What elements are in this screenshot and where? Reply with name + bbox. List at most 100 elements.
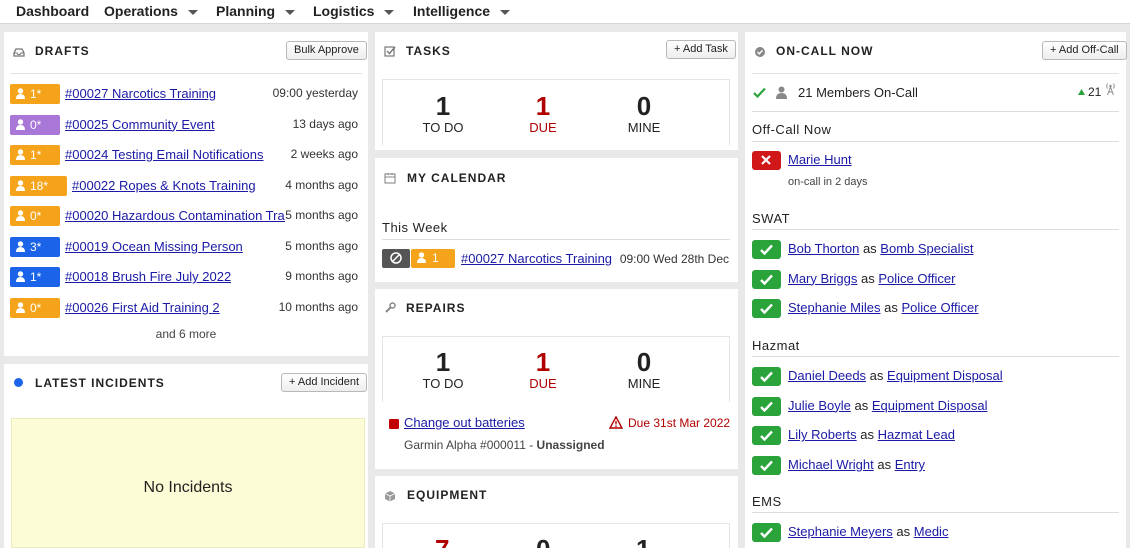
member-role-link[interactable]: Equipment Disposal bbox=[872, 398, 988, 413]
list-item[interactable]: 0* #00026 First Aid Training 2 10 months a… bbox=[10, 297, 360, 318]
list-item[interactable]: 0* #00025 Community Event 13 days ago bbox=[10, 114, 360, 135]
as-text: as bbox=[896, 524, 911, 539]
draft-link[interactable]: #00018 Brush Fire July 2022 bbox=[65, 269, 231, 284]
check-icon[interactable] bbox=[752, 299, 781, 319]
divider bbox=[752, 111, 1119, 112]
attendee-badge[interactable]: 0* bbox=[10, 297, 60, 318]
add-offcall-button[interactable]: + Add Off-Call bbox=[1042, 41, 1127, 60]
draft-time: 5 months ago bbox=[285, 238, 358, 253]
member-role-link[interactable]: Police Officer bbox=[901, 300, 978, 315]
check-icon[interactable] bbox=[752, 396, 781, 416]
member-role-link[interactable]: Hazmat Lead bbox=[878, 427, 955, 442]
repairs-due-stat[interactable]: 1 DUE bbox=[508, 348, 578, 391]
as-text: as bbox=[862, 241, 877, 256]
list-item[interactable]: 3* #00019 Ocean Missing Person 5 months ag… bbox=[10, 236, 360, 257]
nav-logistics[interactable]: Logistics bbox=[313, 3, 395, 19]
cancel-circle-icon[interactable] bbox=[382, 249, 410, 268]
person-icon bbox=[16, 240, 25, 252]
check-icon[interactable] bbox=[752, 240, 781, 259]
offcall-heading: Off-Call Now bbox=[752, 122, 832, 137]
list-item[interactable]: 1* #00018 Brush Fire July 2022 9 months ag… bbox=[10, 267, 360, 287]
arrow-up-icon bbox=[1078, 89, 1085, 95]
repairs-todo-stat[interactable]: 1 TO DO bbox=[408, 348, 478, 391]
nav-planning[interactable]: Planning bbox=[216, 3, 296, 19]
member-name-link[interactable]: Daniel Deeds bbox=[788, 368, 866, 383]
add-task-button[interactable]: + Add Task bbox=[666, 40, 736, 59]
member-name-link[interactable]: Lily Roberts bbox=[788, 427, 857, 442]
draft-link[interactable]: #00025 Community Event bbox=[65, 117, 215, 132]
calendar-icon bbox=[384, 173, 396, 184]
close-icon[interactable] bbox=[752, 151, 781, 170]
event-attendee-badge[interactable]: 1 bbox=[411, 249, 455, 268]
draft-link[interactable]: #00026 First Aid Training 2 bbox=[65, 300, 220, 315]
attendee-badge[interactable]: 1* bbox=[10, 84, 60, 104]
draft-link[interactable]: #00019 Ocean Missing Person bbox=[65, 239, 243, 254]
person-icon bbox=[16, 271, 25, 282]
check-icon[interactable] bbox=[752, 367, 781, 386]
member-name-link[interactable]: Mary Briggs bbox=[788, 271, 857, 286]
member-name-link[interactable]: Julie Boyle bbox=[788, 398, 851, 413]
as-text: as bbox=[877, 457, 892, 473]
nav-operations[interactable]: Operations bbox=[104, 3, 198, 19]
drafts-more[interactable]: and 6 more bbox=[4, 327, 368, 341]
repair-asset: Garmin Alpha #000011 - Unassigned bbox=[404, 438, 605, 452]
tasks-mine-stat[interactable]: 0 MINE bbox=[609, 92, 679, 135]
attendee-badge[interactable]: 0* bbox=[10, 114, 60, 135]
equipment-stat-2[interactable]: 0 bbox=[536, 534, 550, 548]
bulk-approve-button[interactable]: Bulk Approve bbox=[286, 41, 367, 60]
checkmark-icon bbox=[753, 87, 766, 98]
list-item[interactable]: 1* #00024 Testing Email Notifications 2 we… bbox=[10, 145, 360, 165]
box-icon bbox=[384, 491, 396, 502]
repairs-title: REPAIRS bbox=[406, 301, 466, 315]
offcall-note: on-call in 2 days bbox=[788, 176, 868, 188]
tasks-todo-stat[interactable]: 1 TO DO bbox=[408, 92, 478, 135]
list-item[interactable]: 18* #00022 Ropes & Knots Training 4 months… bbox=[10, 175, 360, 196]
calendar-event-link[interactable]: #00027 Narcotics Training bbox=[461, 251, 612, 266]
check-icon[interactable] bbox=[752, 269, 781, 289]
equipment-stat-3[interactable]: 1 bbox=[636, 534, 650, 548]
draft-link[interactable]: #00024 Testing Email Notifications bbox=[65, 147, 264, 162]
group-heading: EMS bbox=[752, 494, 782, 509]
member-role-link[interactable]: Entry bbox=[895, 457, 925, 472]
nav-intelligence[interactable]: Intelligence bbox=[413, 3, 511, 19]
badge-count: 1* bbox=[30, 87, 42, 101]
attendee-badge[interactable]: 1* bbox=[10, 145, 60, 165]
oncall-title: ON-CALL NOW bbox=[776, 44, 874, 58]
draft-time: 13 days ago bbox=[292, 116, 358, 131]
add-incident-button[interactable]: + Add Incident bbox=[281, 373, 368, 392]
member-role-link[interactable]: Bomb Specialist bbox=[880, 241, 973, 256]
divider bbox=[752, 141, 1119, 142]
attendee-badge[interactable]: 18* bbox=[10, 175, 67, 196]
repair-item-link[interactable]: Change out batteries bbox=[404, 415, 525, 430]
tasks-due-stat[interactable]: 1 DUE bbox=[508, 92, 578, 135]
list-item[interactable]: 1* #00027 Narcotics Training 09:00 yesterd… bbox=[10, 84, 360, 104]
member-role-link[interactable]: Equipment Disposal bbox=[887, 368, 1003, 383]
person-icon bbox=[16, 179, 25, 191]
nav-dashboard[interactable]: Dashboard bbox=[16, 3, 89, 19]
list-item[interactable]: 0* #00020 Hazardous Contamination Tra... 5… bbox=[10, 206, 360, 226]
repair-due-date: Due 31st Mar 2022 bbox=[628, 416, 731, 430]
draft-link[interactable]: #00027 Narcotics Training bbox=[65, 86, 216, 101]
badge-count: 0* bbox=[30, 209, 42, 223]
member-name-link[interactable]: Michael Wright bbox=[788, 457, 874, 472]
member-name-link[interactable]: Stephanie Miles bbox=[788, 300, 881, 315]
draft-link[interactable]: #00020 Hazardous Contamination Tra... bbox=[65, 208, 285, 223]
attendee-badge[interactable]: 1* bbox=[10, 267, 60, 287]
oncall-count: 21 bbox=[1088, 85, 1102, 99]
equipment-stat-1[interactable]: 7 bbox=[435, 534, 449, 548]
offcall-member-link[interactable]: Marie Hunt bbox=[788, 152, 852, 167]
member-name-link[interactable]: Stephanie Meyers bbox=[788, 524, 893, 539]
repairs-mine-stat[interactable]: 0 MINE bbox=[609, 348, 679, 391]
attendee-badge[interactable]: 3* bbox=[10, 236, 60, 257]
member-role-link[interactable]: Medic bbox=[914, 524, 949, 539]
divider bbox=[752, 512, 1119, 513]
check-icon[interactable] bbox=[752, 456, 781, 476]
incidents-title: LATEST INCIDENTS bbox=[35, 376, 165, 390]
check-icon[interactable] bbox=[752, 426, 781, 446]
check-icon[interactable] bbox=[752, 523, 781, 542]
attendee-badge[interactable]: 0* bbox=[10, 206, 60, 226]
member-role-link[interactable]: Police Officer bbox=[878, 271, 955, 286]
draft-link[interactable]: #00022 Ropes & Knots Training bbox=[72, 178, 256, 193]
member-name-link[interactable]: Bob Thorton bbox=[788, 241, 859, 256]
repair-assignee: Unassigned bbox=[536, 438, 605, 452]
